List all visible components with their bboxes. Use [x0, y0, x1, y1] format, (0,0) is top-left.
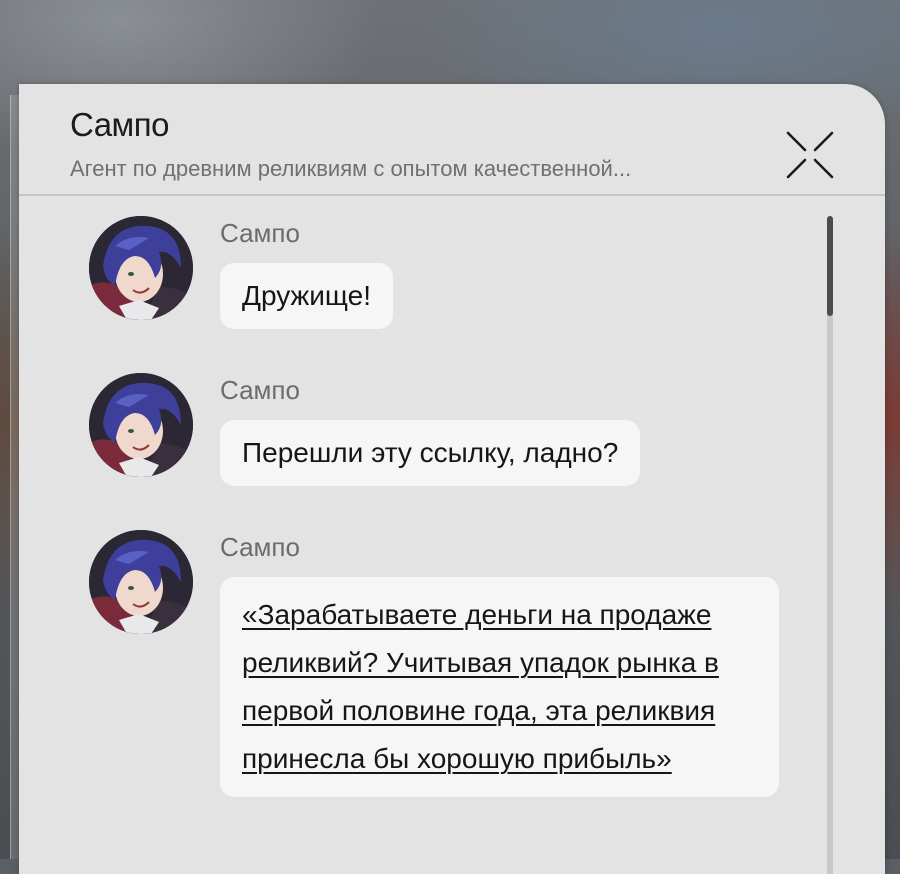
contact-description: Агент по древним реликвиям с опытом каче…	[70, 156, 632, 181]
sampo-avatar[interactable]	[89, 216, 193, 320]
avatar-portrait-icon	[89, 530, 193, 634]
message-sender: Сампо	[220, 532, 300, 562]
close-x-icon	[786, 131, 834, 179]
message-sender: Сампо	[220, 218, 300, 248]
contact-name: Сампо	[70, 106, 169, 143]
scrollbar-thumb[interactable]	[827, 216, 833, 316]
avatar-portrait-icon	[89, 216, 193, 320]
scrollbar[interactable]	[827, 216, 833, 874]
shared-link[interactable]: «Зарабатываете деньги на продаже реликви…	[242, 599, 719, 774]
chat-dialog: Сампо Агент по древним реликвиям с опыто…	[19, 84, 885, 874]
message-bubble-link: «Зарабатываете деньги на продаже реликви…	[220, 577, 779, 797]
close-button[interactable]	[785, 130, 835, 180]
sampo-avatar[interactable]	[89, 373, 193, 477]
message-list[interactable]: Сампо Дружище! Сампо Перешли эту ссылку,…	[19, 196, 885, 874]
message-bubble: Дружище!	[220, 263, 393, 329]
message-sender: Сампо	[220, 375, 300, 405]
avatar-portrait-icon	[89, 373, 193, 477]
sampo-avatar[interactable]	[89, 530, 193, 634]
dialog-header: Сампо Агент по древним реликвиям с опыто…	[19, 84, 885, 196]
message-bubble: Перешли эту ссылку, ладно?	[220, 420, 641, 486]
